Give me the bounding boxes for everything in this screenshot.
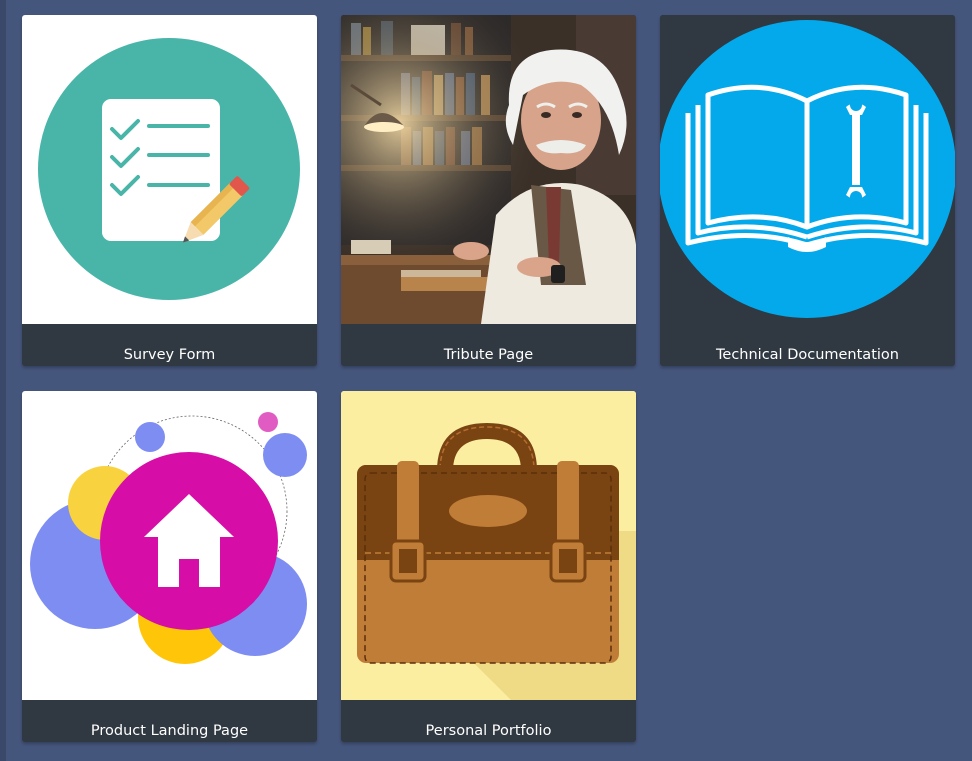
house-bubbles-icon — [30, 412, 307, 664]
project-title: Personal Portfolio — [425, 723, 552, 739]
project-card-technical-documentation[interactable]: Technical Documentation — [660, 15, 955, 366]
projects-grid: Survey Form Tribute Page Technical Docum… — [22, 15, 955, 742]
book-wrench-icon — [660, 20, 955, 318]
project-thumbnail — [341, 15, 636, 324]
project-card-tribute-page[interactable]: Tribute Page — [341, 15, 636, 366]
project-card-product-landing-page[interactable]: Product Landing Page — [22, 391, 317, 742]
project-card-personal-portfolio[interactable]: Personal Portfolio — [341, 391, 636, 742]
project-thumbnail — [22, 391, 317, 700]
survey-checklist-pencil-icon — [38, 38, 300, 300]
project-card-survey-form[interactable]: Survey Form — [22, 15, 317, 366]
project-title: Technical Documentation — [716, 347, 899, 363]
project-thumbnail — [341, 391, 636, 700]
project-thumbnail — [660, 15, 955, 324]
portrait-photo — [341, 15, 636, 324]
page-edge — [0, 0, 6, 761]
project-title: Product Landing Page — [90, 723, 249, 739]
project-title: Survey Form — [123, 347, 216, 363]
project-thumbnail — [22, 15, 317, 324]
briefcase-icon — [341, 391, 636, 700]
project-title: Tribute Page — [443, 347, 534, 363]
